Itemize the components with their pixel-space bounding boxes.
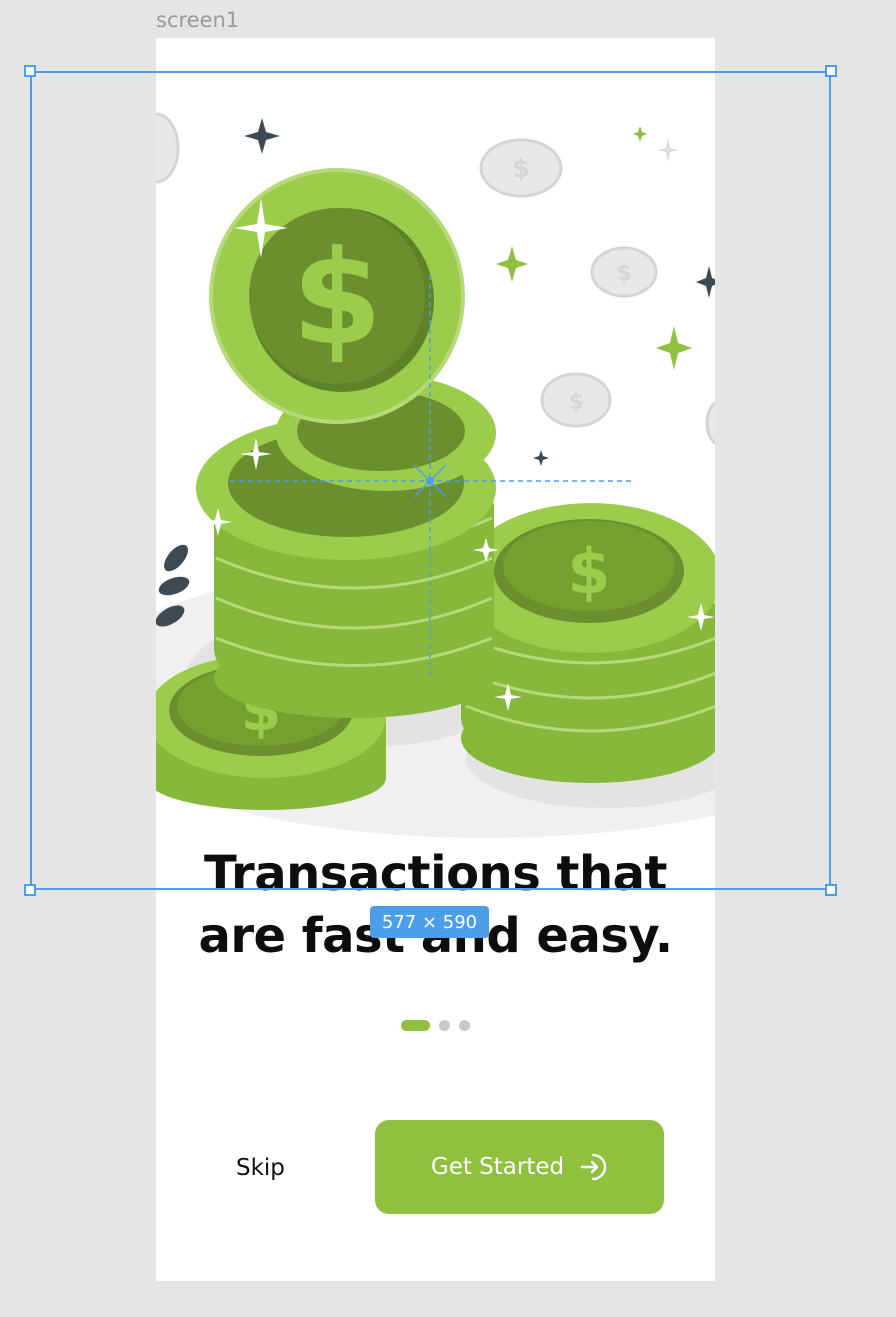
headline-line-1: Transactions that — [204, 846, 667, 902]
get-started-button[interactable]: Get Started — [375, 1120, 664, 1214]
page-indicator — [156, 1020, 715, 1031]
get-started-label: Get Started — [430, 1154, 565, 1180]
svg-text:$: $ — [512, 154, 530, 184]
resize-handle-bottom-left[interactable] — [24, 884, 36, 896]
page-dot-1[interactable] — [401, 1020, 430, 1031]
arrow-right-circle-icon — [580, 1153, 607, 1181]
headline: Transactions that are fast and easy. — [156, 843, 715, 967]
svg-text:$: $ — [292, 222, 382, 374]
svg-text:$: $ — [568, 390, 583, 415]
resize-handle-top-right[interactable] — [825, 65, 837, 77]
coins-illustration: $ $ $ $ $ $ — [156, 112, 715, 838]
onboarding-screen: $ $ $ $ $ $ Transactions that are fast e… — [156, 38, 715, 1281]
resize-handle-top-left[interactable] — [24, 65, 36, 77]
page-dot-2[interactable] — [439, 1020, 450, 1031]
selection-size-badge: 577 × 590 — [370, 906, 489, 938]
skip-button[interactable]: Skip — [236, 1150, 316, 1186]
page-dot-3[interactable] — [459, 1020, 470, 1031]
svg-text:$: $ — [616, 261, 631, 286]
frame-label[interactable]: screen1 — [156, 8, 239, 32]
svg-text:$: $ — [567, 535, 610, 608]
resize-handle-bottom-right[interactable] — [825, 884, 837, 896]
